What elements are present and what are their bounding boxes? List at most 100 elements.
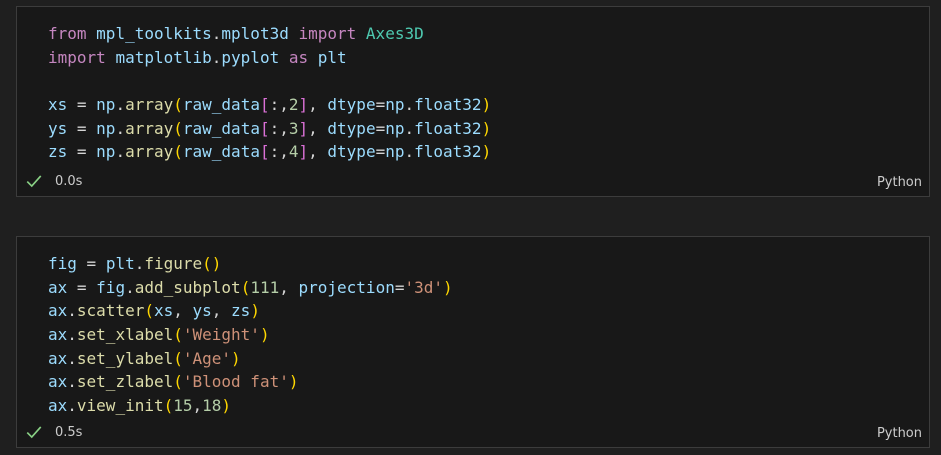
code-token: from xyxy=(48,24,87,43)
code-token: . xyxy=(211,47,222,67)
code-token: 'Weight' xyxy=(182,325,260,345)
code-token: pyplot xyxy=(221,47,280,67)
code-token: import xyxy=(48,47,106,67)
code-token: ( xyxy=(173,118,183,138)
cell-language[interactable]: Python xyxy=(877,175,922,190)
code-token: ) xyxy=(221,396,232,416)
code-token: , xyxy=(211,301,232,321)
code-token: , xyxy=(279,277,299,297)
code-token: figure xyxy=(144,254,203,273)
check-icon xyxy=(26,175,42,188)
code-token: = xyxy=(67,95,97,115)
code-token: projection xyxy=(298,277,395,297)
code-token: ys xyxy=(48,118,68,138)
code-token: ( xyxy=(144,301,154,321)
code-token: 18 xyxy=(202,396,222,416)
code-token: array xyxy=(125,118,174,138)
code-token: ax xyxy=(48,325,68,345)
code-token: = xyxy=(375,95,386,115)
code-token: . xyxy=(125,277,135,297)
code-token: , xyxy=(173,301,193,321)
code-token: . xyxy=(404,118,415,138)
code-token: fig xyxy=(96,277,126,297)
code-token: 4 xyxy=(288,142,299,162)
code-token: fig xyxy=(48,254,77,273)
code-token: np xyxy=(96,142,116,162)
code-token: = xyxy=(67,142,97,162)
code-token: ax xyxy=(48,301,68,321)
code-token: ] xyxy=(298,118,309,138)
code-token: , xyxy=(192,396,203,416)
code-token: , xyxy=(308,95,328,115)
code-token: np xyxy=(96,118,116,138)
code-line: ax.set_ylabel('Age') xyxy=(48,347,453,371)
code-token: 15 xyxy=(173,396,193,416)
code-token: = xyxy=(375,118,386,138)
code-token: [ xyxy=(259,142,270,162)
code-token: np xyxy=(385,118,405,138)
code-token: ] xyxy=(298,142,309,162)
code-editor[interactable]: from mpl_toolkits.mplot3d import Axes3D i… xyxy=(48,22,491,164)
code-token: . xyxy=(115,95,126,115)
code-token: ax xyxy=(48,396,68,416)
code-line: import matplotlib.pyplot as plt xyxy=(48,46,491,70)
code-editor[interactable]: fig = plt.figure() ax = fig.add_subplot(1… xyxy=(48,252,453,418)
code-token: . xyxy=(211,24,222,43)
code-token: . xyxy=(67,301,77,321)
code-token: ) xyxy=(250,301,260,321)
code-token: mplot3d xyxy=(221,24,289,43)
code-token: , xyxy=(308,118,328,138)
code-token: zs xyxy=(48,142,68,162)
code-token: . xyxy=(67,396,77,416)
code-line: fig = plt.figure() xyxy=(48,252,453,276)
code-line xyxy=(48,69,491,93)
code-cell-2[interactable]: fig = plt.figure() ax = fig.add_subplot(1… xyxy=(16,236,930,448)
code-token: () xyxy=(202,254,222,273)
code-token: ( xyxy=(173,372,183,392)
code-token: . xyxy=(67,348,77,368)
code-token: plt xyxy=(317,47,347,67)
code-line: ax.set_zlabel('Blood fat') xyxy=(48,370,453,394)
code-token: = xyxy=(67,118,97,138)
cell-language[interactable]: Python xyxy=(877,426,922,441)
code-token: ) xyxy=(481,95,492,115)
code-token: ys xyxy=(192,301,212,321)
code-token: ax xyxy=(48,348,68,368)
code-token: view_init xyxy=(76,396,164,416)
execution-status: 0.5s xyxy=(25,423,82,441)
code-token: set_zlabel xyxy=(76,372,174,392)
code-token: ( xyxy=(173,142,183,162)
code-token: ) xyxy=(443,277,453,297)
code-token: . xyxy=(404,142,415,162)
check-icon xyxy=(26,426,42,439)
execution-status: 0.0s xyxy=(25,172,82,190)
code-cell-1[interactable]: from mpl_toolkits.mplot3d import Axes3D i… xyxy=(16,6,930,197)
code-token: . xyxy=(67,372,77,392)
code-line: ax = fig.add_subplot(111, projection='3d… xyxy=(48,276,453,300)
code-token: :, xyxy=(269,118,289,138)
code-line: ax.scatter(xs, ys, zs) xyxy=(48,299,453,323)
code-token: float32 xyxy=(414,142,482,162)
code-token: raw_data xyxy=(182,142,260,162)
code-token: ) xyxy=(259,325,270,345)
code-token: ( xyxy=(163,396,174,416)
code-token: '3d' xyxy=(404,277,443,297)
code-token: xs xyxy=(48,95,68,115)
code-token: ) xyxy=(481,142,492,162)
code-token: :, xyxy=(269,95,289,115)
code-token: = xyxy=(76,254,106,273)
code-token: mpl_toolkits xyxy=(96,24,212,43)
code-token: 'Age' xyxy=(182,348,232,368)
code-token: 2 xyxy=(288,95,299,115)
code-token: ( xyxy=(240,277,251,297)
code-token: zs xyxy=(231,301,251,321)
code-line: xs = np.array(raw_data[:,2], dtype=np.fl… xyxy=(48,93,491,117)
code-token: set_ylabel xyxy=(76,348,174,368)
code-token: as xyxy=(288,47,309,67)
code-token: 'Blood fat' xyxy=(182,372,289,392)
code-token: scatter xyxy=(76,301,145,321)
code-token: . xyxy=(404,95,415,115)
code-token: . xyxy=(67,325,77,345)
code-token: ax xyxy=(48,277,68,297)
